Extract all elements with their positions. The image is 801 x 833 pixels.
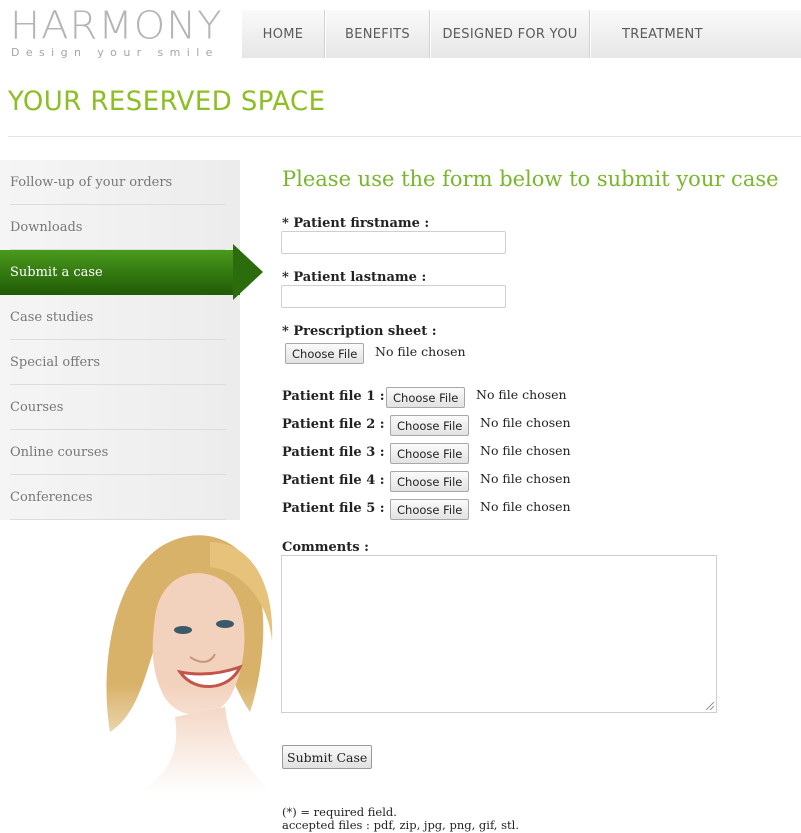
sidebar-item-submit-a-case[interactable]: Submit a case [0,250,240,295]
sidebar-item-conferences[interactable]: Conferences [0,475,240,520]
nav-home[interactable]: HOME [241,10,325,58]
form-heading: Please use the form below to submit your… [282,167,779,191]
patient-file-1-choose-button[interactable]: Choose File [386,387,466,408]
patient-file-3-status: No file chosen [480,443,571,458]
sidebar-item-courses[interactable]: Courses [0,385,240,430]
comments-label: Comments : [282,540,369,555]
prescription-label: * Prescription sheet : [282,324,437,339]
patient-file-4-status: No file chosen [480,471,571,486]
patient-file-2-label: Patient file 2 : [282,417,385,432]
active-item-arrow [233,244,263,300]
nav-designed-for-you[interactable]: DESIGNED FOR YOU [430,10,590,58]
accepted-files-note: accepted files : pdf, zip, jpg, png, gif… [282,818,519,832]
sidebar-item-downloads[interactable]: Downloads [0,205,240,250]
nav-treatment[interactable]: TREATMENT [590,10,801,58]
logo-tagline: Design your smile [11,46,219,59]
patient-firstname-input[interactable] [281,231,506,254]
sidebar-item-special-offers[interactable]: Special offers [0,340,240,385]
logo-wordmark: HARMONY [10,4,223,48]
patient-file-5-choose-button[interactable]: Choose File [390,499,470,520]
sidebar-item-follow-up[interactable]: Follow-up of your orders [0,160,240,205]
patient-file-1-status: No file chosen [476,387,567,402]
comments-textarea[interactable] [281,555,717,713]
patient-lastname-input[interactable] [281,285,506,308]
smiling-woman-image [100,522,280,792]
patient-file-5-label: Patient file 5 : [282,501,385,516]
sidebar-item-online-courses[interactable]: Online courses [0,430,240,475]
patient-file-1-label: Patient file 1 : [282,389,385,404]
patient-file-2-choose-button[interactable]: Choose File [390,415,470,436]
harmony-logo[interactable]: HARMONY Design your smile [10,4,235,59]
lastname-label: * Patient lastname : [282,270,427,285]
nav-benefits[interactable]: BENEFITS [325,10,430,58]
prescription-choose-file-button[interactable]: Choose File [285,343,365,364]
top-navigation: HOME BENEFITS DESIGNED FOR YOU TREATMENT [241,10,801,58]
patient-file-4-choose-button[interactable]: Choose File [390,471,470,492]
patient-file-4-label: Patient file 4 : [282,473,385,488]
page-title: YOUR RESERVED SPACE [8,86,326,117]
prescription-file-status: No file chosen [375,344,466,359]
title-divider [8,136,801,137]
patient-file-5-status: No file chosen [480,499,571,514]
patient-file-3-label: Patient file 3 : [282,445,385,460]
sidebar-item-case-studies[interactable]: Case studies [0,295,240,340]
resize-grip-icon[interactable] [706,702,714,710]
submit-case-button[interactable]: Submit Case [282,745,373,769]
patient-file-3-choose-button[interactable]: Choose File [390,443,470,464]
patient-file-2-status: No file chosen [480,415,571,430]
firstname-label: * Patient firstname : [282,216,430,231]
sidebar: Follow-up of your orders Downloads Submi… [0,160,240,520]
